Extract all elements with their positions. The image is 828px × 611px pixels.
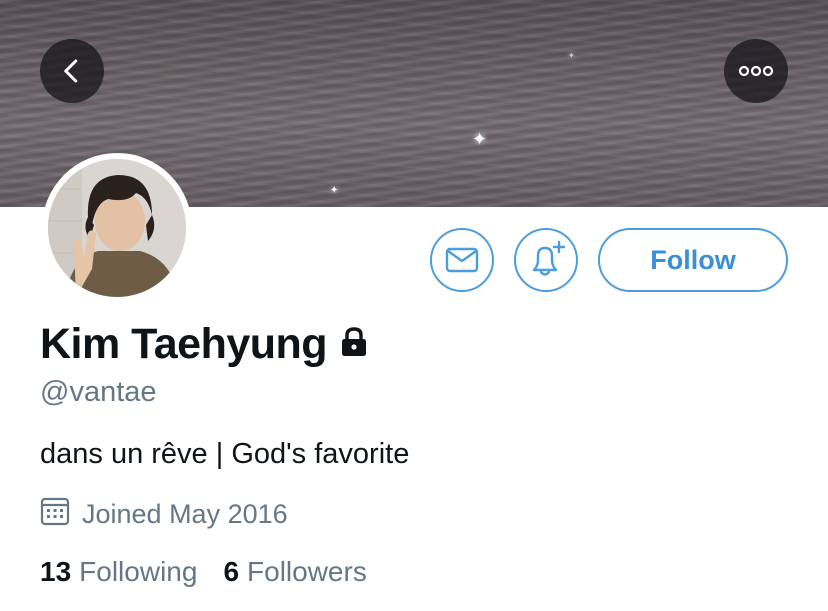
chevron-left-icon [64, 59, 78, 83]
avatar-photo [48, 159, 186, 297]
more-options-button[interactable] [724, 39, 788, 103]
notifications-button[interactable] [514, 228, 578, 292]
joined-date-text: Joined May 2016 [82, 499, 288, 529]
following-label: Following [79, 556, 198, 587]
more-horizontal-icon [738, 65, 774, 77]
follow-button[interactable]: Follow [598, 228, 788, 292]
followers-label: Followers [247, 556, 367, 587]
calendar-icon [40, 496, 70, 533]
message-button[interactable] [430, 228, 494, 292]
follow-stats: 13 Following 6 Followers [40, 556, 367, 588]
followers-link[interactable]: 6 Followers [223, 556, 366, 588]
mail-icon [445, 247, 479, 273]
sparkle-decoration: ✦ [472, 129, 488, 149]
bell-plus-icon [532, 240, 566, 276]
display-name-row: Kim Taehyung [40, 318, 371, 370]
username-handle: @vantae [40, 376, 157, 408]
sparkle-decoration: ✦ [568, 51, 575, 60]
back-button[interactable] [40, 39, 104, 103]
following-count: 13 [40, 556, 72, 587]
lock-icon [337, 325, 371, 364]
sparkle-decoration: ✦ [330, 185, 339, 196]
joined-date-row: Joined May 2016 [40, 496, 288, 533]
followers-count: 6 [223, 556, 240, 587]
profile-bio: dans un rêve | God's favorite [40, 438, 410, 470]
display-name: Kim Taehyung [40, 319, 328, 368]
following-link[interactable]: 13 Following [40, 556, 197, 588]
avatar[interactable] [42, 153, 192, 303]
